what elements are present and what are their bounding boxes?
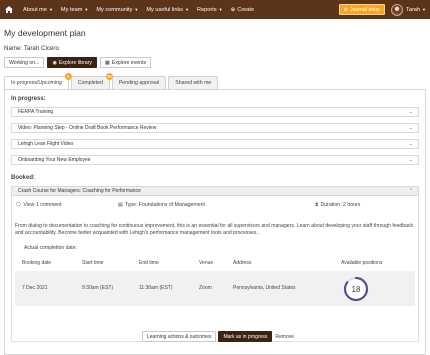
- explore-events-label: Explore events: [111, 59, 147, 66]
- address-cell: Pennsylvania, United States: [233, 285, 296, 291]
- folder-icon: ▤: [118, 202, 123, 208]
- caret-down-icon: ▼: [134, 7, 139, 12]
- nav-my-useful-links[interactable]: My useful links ▼: [146, 7, 189, 13]
- available-positions-ring: 18: [343, 276, 369, 302]
- column-header: Available positions: [341, 260, 383, 266]
- list-item[interactable]: Lehigh Lean Flight Video ⌄: [11, 139, 419, 149]
- avatar[interactable]: [391, 3, 404, 16]
- working-on-label: Working on...: [9, 59, 40, 66]
- hourglass-icon: ⧗: [315, 202, 319, 208]
- tab-label: Shared with me: [175, 80, 212, 86]
- tab-in-progress[interactable]: In progress/Upcoming 4: [4, 73, 72, 89]
- learning-actions-button[interactable]: Learning actions & outcomes: [142, 331, 217, 342]
- chevron-up-icon: ⌃: [408, 188, 413, 194]
- caret-down-icon: ▼: [84, 7, 89, 12]
- available-positions-value: 18: [352, 285, 361, 294]
- booked-heading: Booked:: [11, 175, 35, 181]
- list-item[interactable]: Onboarding Your New Employee ⌄: [11, 155, 419, 165]
- comment-icon: 🗨: [15, 202, 22, 208]
- booked-course-header[interactable]: Crash Course for Managers: Coaching for …: [11, 186, 419, 196]
- item-title: Lehigh Lean Flight Video: [18, 141, 74, 147]
- calendar-icon: ▦: [105, 59, 110, 66]
- item-title: Onboarding Your New Employee: [18, 157, 91, 163]
- course-actions: Learning actions & outcomes Mark as in p…: [142, 331, 294, 342]
- mark-in-progress-label: Mark as in progress: [223, 333, 268, 340]
- column-header: Booking date: [22, 260, 52, 266]
- learning-actions-label: Learning actions & outcomes: [147, 333, 212, 340]
- explore-events-button[interactable]: ▦ Explore events: [100, 57, 152, 68]
- nav-label: Create: [237, 6, 255, 13]
- in-progress-heading: In progress:: [11, 96, 46, 102]
- type-label: Type: Foundations of Management: [124, 202, 205, 208]
- comments-link[interactable]: 🗨 View 1 comment: [15, 202, 62, 208]
- tab-label: Pending approval: [118, 80, 160, 86]
- user-name[interactable]: Tarah: [406, 7, 420, 13]
- explore-library-label: Explore library: [58, 59, 92, 66]
- nav-about-me[interactable]: About me ▼: [23, 7, 53, 13]
- nav-label: My useful links: [146, 6, 184, 13]
- explore-library-button[interactable]: ◉ Explore library: [47, 57, 97, 68]
- actual-completion-label: Actual completion date:: [24, 245, 77, 251]
- journal-entry-button[interactable]: ⊕ Journal entry: [338, 4, 386, 15]
- duration-label: Duration: 2 hours: [320, 202, 361, 208]
- plan-tabs: In progress/Upcoming 4 Completed 36 Pendin…: [4, 73, 220, 89]
- chevron-down-icon: ⌄: [408, 125, 413, 131]
- journal-entry-label: Journal entry: [350, 6, 381, 13]
- tab-completed[interactable]: Completed 36: [70, 73, 113, 89]
- column-header: Venue: [199, 260, 214, 266]
- plan-buttons: Working on... ◉ Explore library ▦ Explore …: [4, 57, 154, 68]
- home-icon[interactable]: [3, 0, 15, 19]
- course-type: ▤ Type: Foundations of Management: [118, 202, 205, 208]
- tab-panel: In progress: FERPA Training ⌄ Video: Plan…: [4, 89, 426, 355]
- mark-in-progress-button[interactable]: Mark as in progress: [218, 331, 273, 342]
- venue-cell: Zoom: [199, 285, 212, 291]
- list-item[interactable]: Video: Planning Step - Online Draft Book…: [11, 123, 419, 133]
- tab-pending-approval[interactable]: Pending approval: [111, 76, 167, 89]
- chevron-down-icon: ⌄: [408, 109, 413, 115]
- end-time-cell: 11:30am (EST): [139, 285, 173, 291]
- list-item[interactable]: FERPA Training ⌄: [11, 107, 419, 117]
- course-description: From dialog to documentation to coaching…: [15, 223, 414, 237]
- learner-name: Name: Tarah Cicero: [4, 45, 59, 52]
- nav-my-community[interactable]: My community ▼: [96, 7, 138, 13]
- nav-right-group: ⊕ Journal entry Tarah ▼: [338, 0, 426, 19]
- caret-down-icon: ▼: [218, 7, 223, 12]
- caret-down-icon: ▼: [185, 7, 190, 12]
- chevron-down-icon: ⌄: [408, 157, 413, 163]
- tab-label: Completed: [77, 80, 103, 86]
- course-duration: ⧗ Duration: 2 hours: [315, 202, 360, 208]
- compass-icon: ◉: [52, 59, 57, 66]
- caret-down-icon[interactable]: ▼: [422, 7, 426, 12]
- nav-my-team[interactable]: My team ▼: [61, 7, 88, 13]
- caret-down-icon: ▼: [48, 7, 53, 12]
- comments-label: View 1 comment: [23, 202, 62, 208]
- course-details: 🗨 View 1 comment ▤ Type: Foundations of Ma…: [11, 196, 419, 342]
- nav-reports[interactable]: Reports ▼: [197, 7, 223, 13]
- remove-link[interactable]: Remove: [275, 334, 294, 340]
- nav-label: My community: [96, 6, 133, 13]
- item-title: FERPA Training: [18, 109, 54, 115]
- nav-label: My team: [60, 6, 83, 13]
- working-on-button[interactable]: Working on...: [4, 57, 45, 68]
- nav-create[interactable]: ⊕ Create: [231, 7, 254, 13]
- chevron-down-icon: ⌄: [408, 141, 413, 147]
- column-header: Start time: [82, 260, 104, 266]
- nav-label: About me: [23, 6, 47, 13]
- plus-icon: ⊕: [343, 6, 349, 13]
- tab-shared-with-me[interactable]: Shared with me: [168, 76, 219, 89]
- page-title: My development plan: [4, 28, 86, 38]
- nav-label: Reports: [197, 6, 217, 13]
- plus-circle-icon: ⊕: [230, 6, 236, 13]
- top-navigation-bar: About me ▼ My team ▼ My community ▼ My usef…: [0, 0, 430, 19]
- column-header: End time: [139, 260, 159, 266]
- tab-label: In progress/Upcoming: [11, 80, 62, 86]
- booking-date-cell: 7 Dec 2021: [22, 285, 48, 291]
- course-title: Crash Course for Managers: Coaching for …: [18, 188, 141, 194]
- item-title: Video: Planning Step - Online Draft Book…: [18, 125, 157, 131]
- column-header: Address: [233, 260, 252, 266]
- start-time-cell: 9:30am (EST): [82, 285, 114, 291]
